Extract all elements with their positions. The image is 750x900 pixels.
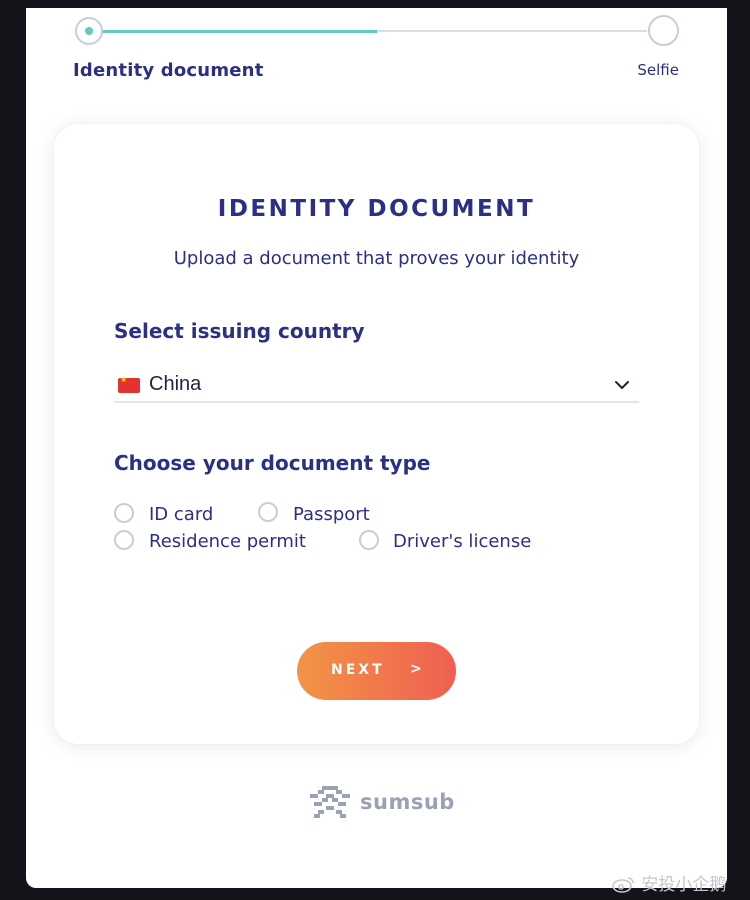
step-identity-indicator[interactable]	[75, 17, 103, 45]
country-section-label: Select issuing country	[114, 319, 365, 343]
country-select-value: China	[149, 373, 202, 395]
card-title: IDENTITY DOCUMENT	[217, 196, 536, 222]
progress-track-remaining	[377, 30, 647, 32]
step-identity-label: Identity document	[73, 60, 264, 81]
progress-track-complete	[97, 30, 377, 33]
radio-passport[interactable]	[258, 502, 278, 522]
radio-passport-label[interactable]: Passport	[293, 504, 370, 525]
arrow-right-icon: >	[410, 661, 422, 677]
radio-drivers-license[interactable]	[359, 530, 379, 550]
watermark: 安投小企鹅	[612, 870, 726, 895]
chevron-down-icon[interactable]	[613, 376, 631, 394]
next-button-label: NEXT	[331, 662, 385, 678]
weibo-icon	[612, 877, 634, 893]
radio-residence-permit[interactable]	[114, 530, 134, 550]
radio-drivers-license-label[interactable]: Driver's license	[393, 531, 531, 552]
watermark-text: 安投小企鹅	[641, 875, 727, 895]
china-flag-icon	[118, 375, 140, 393]
radio-id-card-label[interactable]: ID card	[149, 504, 213, 525]
radio-residence-permit-label[interactable]: Residence permit	[149, 531, 306, 552]
radio-id-card[interactable]	[114, 503, 134, 523]
step-selfie-indicator[interactable]	[648, 15, 679, 46]
card-subtitle: Upload a document that proves your ident…	[173, 248, 580, 269]
next-button[interactable]: NEXT >	[297, 642, 456, 700]
step-selfie-label: Selfie	[637, 61, 679, 79]
sumsub-wordmark: sumsub	[360, 790, 455, 814]
doctype-section-label: Choose your document type	[114, 451, 431, 475]
sumsub-logo-icon	[310, 786, 350, 818]
country-select[interactable]: China	[114, 370, 639, 403]
